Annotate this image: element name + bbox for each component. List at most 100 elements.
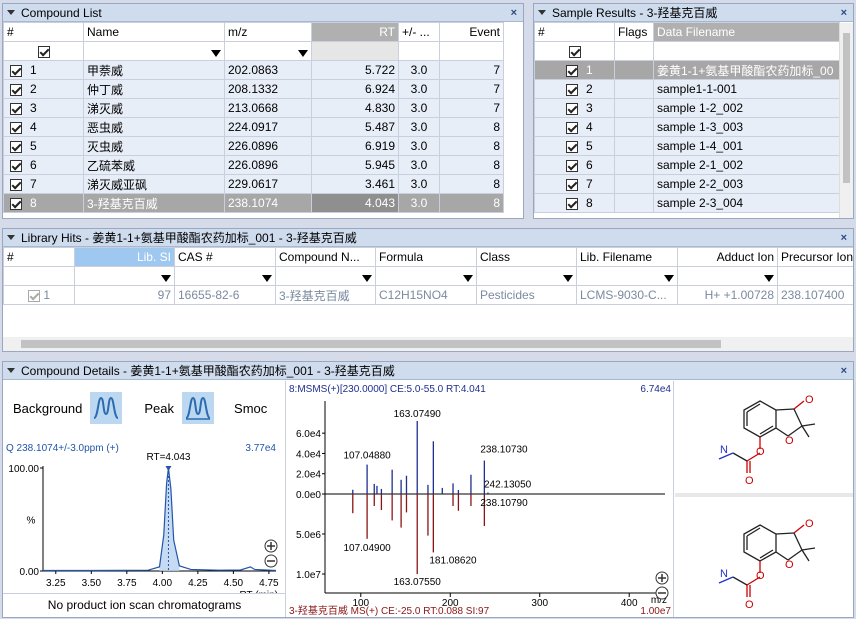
table-row[interactable]: 4 sample 1-3_003 xyxy=(534,117,840,137)
table-row[interactable]: 5 sample 1-4_001 xyxy=(534,136,840,156)
vertical-scrollbar[interactable] xyxy=(839,23,853,218)
column-header-class[interactable]: Class xyxy=(476,247,577,267)
cell-formula: C12H15NO4 xyxy=(375,285,477,305)
filter-icon[interactable] xyxy=(664,275,674,282)
table-row[interactable]: 1 甲萘威 202.0863 5.722 3.0 7 xyxy=(3,60,504,80)
row-index-cell: 3 xyxy=(534,98,615,118)
filter-icon[interactable] xyxy=(463,275,473,282)
row-checkbox[interactable] xyxy=(27,289,40,302)
table-row[interactable]: 4 恶虫威 224.0917 5.487 3.0 8 xyxy=(3,117,504,137)
table-row[interactable]: 8 sample 2-3_004 xyxy=(534,193,840,213)
table-header: # Lib. SI CAS # Compound N... Formula Cl… xyxy=(3,247,853,267)
cell-flags xyxy=(614,79,654,99)
row-checkbox[interactable] xyxy=(10,197,22,210)
table-row[interactable]: 2 sample1-1-001 xyxy=(534,79,840,99)
compound-list-titlebar: Compound List × xyxy=(3,4,523,22)
table-row[interactable]: 5 灭虫威 226.0896 6.919 3.0 8 xyxy=(3,136,504,156)
select-all-checkbox[interactable] xyxy=(568,45,581,58)
close-icon[interactable]: × xyxy=(841,365,847,377)
filter-icon[interactable] xyxy=(262,275,272,282)
compound-table: # Name m/z RT +/- ... Event 1 甲萘威 202.0863… xyxy=(3,22,504,213)
column-header-index[interactable]: # xyxy=(3,247,75,267)
column-header-cas[interactable]: CAS # xyxy=(174,247,276,267)
peak-detect-icon[interactable] xyxy=(182,392,215,424)
table-row[interactable]: 6 sample 2-1_002 xyxy=(534,155,840,175)
column-header-data-filename[interactable]: Data Filename xyxy=(653,22,840,42)
row-checkbox[interactable] xyxy=(10,140,22,153)
row-checkbox[interactable] xyxy=(566,159,578,172)
filter-icon[interactable] xyxy=(298,50,308,57)
row-checkbox[interactable] xyxy=(10,178,22,191)
row-checkbox[interactable] xyxy=(566,178,578,191)
table-row[interactable]: 1 姜黄1-1+氨基甲酸酯农药加标_00 xyxy=(534,60,840,80)
svg-text:O: O xyxy=(745,475,754,487)
table-row[interactable]: 7 sample 2-2_003 xyxy=(534,174,840,194)
panel-collapse-icon[interactable] xyxy=(7,10,15,15)
mass-spectrum-chart[interactable]: 8:MSMS(+)[230.0000] CE:5.0-55.0 RT:4.041… xyxy=(287,381,674,618)
x-tick-label: 4.50 xyxy=(224,578,244,589)
table-row[interactable]: 6 乙硫苯威 226.0896 5.945 3.0 8 xyxy=(3,155,504,175)
cell-rt: 6.924 xyxy=(311,79,399,99)
close-icon[interactable]: × xyxy=(841,232,847,244)
chromatogram-chart[interactable]: Q 238.1074+/-3.0ppm (+) 3.77e4 0.00 100.00%… xyxy=(3,443,286,593)
column-header-rt[interactable]: RT xyxy=(311,22,399,42)
row-checkbox[interactable] xyxy=(566,140,578,153)
table-row[interactable]: 8 3-羟基克百威 238.1074 4.043 3.0 8 xyxy=(3,193,504,213)
filter-icon[interactable] xyxy=(764,275,774,282)
row-index: 2 xyxy=(586,82,593,96)
table-row[interactable]: 7 涕灭威亚砜 229.0617 3.461 3.0 8 xyxy=(3,174,504,194)
filter-icon[interactable] xyxy=(362,275,372,282)
column-header-flags[interactable]: Flags xyxy=(614,22,654,42)
row-checkbox[interactable] xyxy=(566,64,578,77)
row-checkbox[interactable] xyxy=(10,83,22,96)
horizontal-scrollbar[interactable] xyxy=(3,337,853,351)
column-header-event[interactable]: Event xyxy=(439,22,504,42)
row-checkbox[interactable] xyxy=(566,121,578,134)
row-checkbox[interactable] xyxy=(10,159,22,172)
background-peak-icon[interactable] xyxy=(90,392,123,424)
cell-tolerance: 3.0 xyxy=(398,79,440,99)
column-header-lib-filename[interactable]: Lib. Filename xyxy=(576,247,678,267)
structure-area: O O O N O O O O N O xyxy=(675,381,853,617)
panel-collapse-icon[interactable] xyxy=(7,235,15,240)
max-intensity-label: 3.77e4 xyxy=(245,443,276,454)
filter-icon[interactable] xyxy=(211,50,221,57)
column-header-compound-name[interactable]: Compound N... xyxy=(275,247,376,267)
panel-collapse-icon[interactable] xyxy=(7,368,15,373)
table-row[interactable]: 1 97 16655-82-6 3-羟基克百威 C12H15NO4 Pestic… xyxy=(3,285,853,305)
row-index-cell: 6 xyxy=(3,155,84,175)
filter-icon[interactable] xyxy=(161,275,171,282)
column-header-precursor-ion[interactable]: Precursor Ion xyxy=(777,247,853,267)
column-header-formula[interactable]: Formula xyxy=(375,247,477,267)
column-header-tolerance[interactable]: +/- ... xyxy=(398,22,440,42)
cell-precursor-ion: 238.107400 xyxy=(777,285,853,305)
column-header-lib-si[interactable]: Lib. SI xyxy=(74,247,175,267)
row-checkbox[interactable] xyxy=(566,197,578,210)
cell-name: 甲萘威 xyxy=(83,60,225,80)
row-checkbox[interactable] xyxy=(10,121,22,134)
column-header-index[interactable]: # xyxy=(534,22,615,42)
row-checkbox[interactable] xyxy=(10,102,22,115)
row-checkbox[interactable] xyxy=(566,83,578,96)
column-header-mz[interactable]: m/z xyxy=(224,22,312,42)
column-header-index[interactable]: # xyxy=(3,22,84,42)
row-checkbox[interactable] xyxy=(566,102,578,115)
cell-data-filename: 姜黄1-1+氨基甲酸酯农药加标_00 xyxy=(653,60,840,80)
table-row[interactable]: 3 sample 1-2_002 xyxy=(534,98,840,118)
row-index: 7 xyxy=(30,177,37,191)
peak-area xyxy=(159,468,180,571)
cell-tolerance: 3.0 xyxy=(398,98,440,118)
cell-flags xyxy=(614,155,654,175)
table-row[interactable]: 3 涕灭威 213.0668 4.830 3.0 7 xyxy=(3,98,504,118)
column-header-adduct-ion[interactable]: Adduct Ion xyxy=(677,247,778,267)
filter-icon[interactable] xyxy=(563,275,573,282)
column-header-name[interactable]: Name xyxy=(83,22,225,42)
close-icon[interactable]: × xyxy=(841,7,847,19)
close-icon[interactable]: × xyxy=(511,7,517,19)
table-row[interactable]: 2 仲丁威 208.1332 6.924 3.0 7 xyxy=(3,79,504,99)
row-checkbox[interactable] xyxy=(10,64,22,77)
structure-measured: O O O N O xyxy=(675,381,853,497)
panel-collapse-icon[interactable] xyxy=(538,10,546,15)
select-all-checkbox[interactable] xyxy=(37,45,50,58)
no-product-ion-message: No product ion scan chromatograms xyxy=(3,593,286,617)
